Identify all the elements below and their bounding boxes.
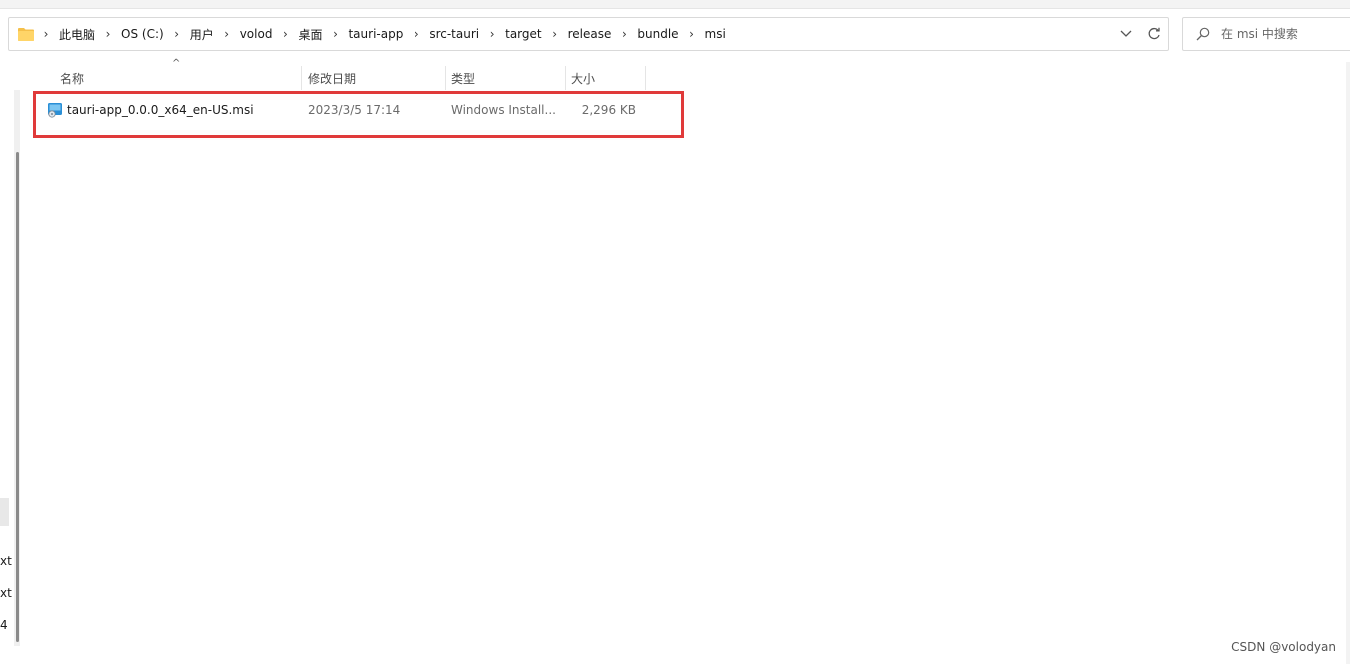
column-header-type[interactable]: 类型 (451, 66, 563, 90)
refresh-icon[interactable] (1140, 18, 1168, 50)
navigation-pane (0, 62, 26, 664)
chevron-right-icon[interactable]: › (326, 27, 344, 41)
chevron-right-icon[interactable]: › (483, 27, 501, 41)
chevron-down-icon[interactable] (1112, 18, 1140, 50)
chevron-right-icon[interactable]: › (218, 27, 236, 41)
chevron-right-icon[interactable]: › (168, 27, 186, 41)
column-header-date-label: 修改日期 (308, 71, 357, 86)
breadcrumb-item[interactable]: 用户 (186, 26, 218, 43)
column-header-size-label: 大小 (571, 71, 596, 86)
nav-item-label[interactable]: xt (0, 554, 12, 568)
breadcrumb-item[interactable]: tauri-app (344, 27, 407, 41)
breadcrumb-item[interactable]: bundle (633, 27, 682, 41)
breadcrumb: › 此电脑 › OS (C:) › 用户 › volod › 桌面 › taur… (37, 18, 730, 50)
nav-scrollbar-thumb[interactable] (16, 152, 19, 642)
column-divider[interactable] (445, 66, 446, 90)
breadcrumb-item[interactable]: target (501, 27, 546, 41)
highlight-annotation (33, 91, 684, 138)
breadcrumb-item[interactable]: 此电脑 (55, 26, 99, 43)
column-header-date[interactable]: 修改日期 (308, 66, 444, 90)
nav-item-hover[interactable] (0, 498, 9, 526)
search-icon (1193, 24, 1213, 44)
chevron-right-icon[interactable]: › (99, 27, 117, 41)
file-explorer-window: › 此电脑 › OS (C:) › 用户 › volod › 桌面 › taur… (0, 0, 1350, 664)
search-input[interactable] (1219, 26, 1343, 42)
column-divider[interactable] (645, 66, 646, 90)
ribbon-edge (0, 0, 1350, 9)
chevron-right-icon[interactable]: › (615, 27, 633, 41)
breadcrumb-item[interactable]: release (564, 27, 616, 41)
column-divider[interactable] (565, 66, 566, 90)
chevron-right-icon[interactable]: › (276, 27, 294, 41)
breadcrumb-item[interactable]: volod (236, 27, 277, 41)
search-box[interactable] (1182, 17, 1350, 51)
chevron-right-icon[interactable]: › (546, 27, 564, 41)
breadcrumb-item[interactable]: OS (C:) (117, 27, 168, 41)
breadcrumb-item[interactable]: 桌面 (294, 26, 326, 43)
chevron-right-icon[interactable]: › (407, 27, 425, 41)
chevron-right-icon[interactable]: › (37, 27, 55, 41)
window-edge (1346, 62, 1350, 664)
watermark: CSDN @volodyan (1231, 640, 1336, 654)
column-divider[interactable] (301, 66, 302, 90)
chevron-right-icon[interactable]: › (683, 27, 701, 41)
folder-icon (17, 25, 35, 43)
address-bar[interactable]: › 此电脑 › OS (C:) › 用户 › volod › 桌面 › taur… (8, 17, 1169, 51)
column-header-name-label: 名称 (60, 71, 85, 86)
nav-item-label[interactable]: 4 (0, 618, 8, 632)
breadcrumb-item-current[interactable]: msi (701, 27, 730, 41)
column-header-size[interactable]: 大小 (571, 66, 645, 90)
nav-item-label[interactable]: xt (0, 586, 12, 600)
column-header-name[interactable]: 名称 (60, 66, 300, 90)
breadcrumb-item[interactable]: src-tauri (425, 27, 483, 41)
column-header-type-label: 类型 (451, 71, 476, 86)
